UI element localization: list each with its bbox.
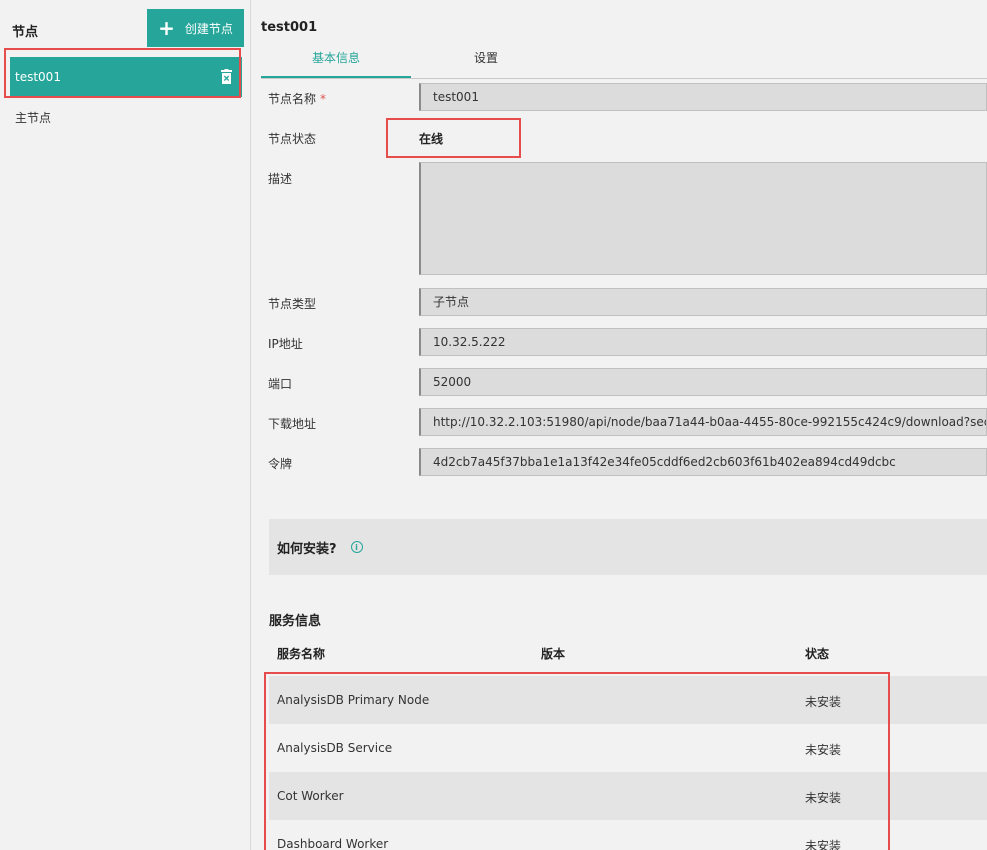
tab-settings[interactable]: 设置 xyxy=(411,42,561,76)
column-header-version: 版本 xyxy=(541,647,566,661)
download-url-field[interactable]: http://10.32.2.103:51980/api/node/baa71a… xyxy=(419,408,987,436)
node-status-label: 节点状态 xyxy=(268,132,317,146)
token-label: 令牌 xyxy=(268,457,293,471)
main-panel: test001 基本信息 设置 节点名称 * test001 节点状态 在线 描述… xyxy=(252,0,987,850)
token-field[interactable]: 4d2cb7a45f37bba1e1a13f42e34fe05cddf6ed2c… xyxy=(419,448,987,476)
required-mark: * xyxy=(320,92,327,106)
port-field[interactable]: 52000 xyxy=(419,368,987,396)
tab-bar: 基本信息 设置 xyxy=(261,42,987,79)
description-label: 描述 xyxy=(268,172,293,186)
sidebar-item-test001[interactable]: test001 xyxy=(10,57,242,97)
how-to-install-panel[interactable]: 如何安装? i xyxy=(269,519,987,575)
sidebar-title: 节点 xyxy=(12,25,39,40)
service-status: 未安装 xyxy=(805,839,842,850)
node-type-label: 节点类型 xyxy=(268,297,317,311)
service-name: AnalysisDB Primary Node xyxy=(277,693,430,707)
sidebar: 节点 + 创建节点 test001 主节点 xyxy=(0,0,251,850)
download-url-label: 下载地址 xyxy=(268,417,317,431)
create-node-label: 创建节点 xyxy=(184,21,233,36)
node-name-label-text: 节点名称 xyxy=(268,92,317,106)
info-icon[interactable]: i xyxy=(350,541,363,553)
column-header-service-name: 服务名称 xyxy=(277,647,326,661)
service-name: Cot Worker xyxy=(277,789,344,803)
service-status: 未安装 xyxy=(805,695,842,709)
table-row: Cot Worker 未安装 xyxy=(269,772,987,820)
ip-label: IP地址 xyxy=(268,337,303,351)
node-name-label: 节点名称 * xyxy=(268,90,326,107)
services-section-title: 服务信息 xyxy=(269,614,322,629)
ip-field[interactable]: 10.32.5.222 xyxy=(419,328,987,356)
plus-icon: + xyxy=(158,16,175,40)
table-row: AnalysisDB Service 未安装 xyxy=(269,724,987,772)
table-row: AnalysisDB Primary Node 未安装 xyxy=(269,676,987,724)
port-label: 端口 xyxy=(268,377,293,391)
table-row: Dashboard Worker 未安装 xyxy=(269,820,987,850)
service-status: 未安装 xyxy=(805,743,842,757)
page-title: test001 xyxy=(261,20,318,35)
delete-trash-icon[interactable] xyxy=(221,69,232,84)
description-field[interactable] xyxy=(419,162,987,275)
service-name: Dashboard Worker xyxy=(277,837,389,850)
node-item-label: 主节点 xyxy=(15,110,52,125)
node-name-field[interactable]: test001 xyxy=(419,83,987,111)
node-type-field[interactable]: 子节点 xyxy=(419,288,987,316)
node-item-label: test001 xyxy=(15,70,61,84)
service-name: AnalysisDB Service xyxy=(277,741,393,755)
node-status-value: 在线 xyxy=(419,132,444,146)
sidebar-item-main-node[interactable]: 主节点 xyxy=(10,97,242,137)
service-status: 未安装 xyxy=(805,791,842,805)
create-node-button[interactable]: + 创建节点 xyxy=(147,9,244,47)
tab-basic-info[interactable]: 基本信息 xyxy=(261,42,411,78)
how-to-install-label: 如何安装? xyxy=(277,541,337,557)
column-header-status: 状态 xyxy=(805,647,830,661)
